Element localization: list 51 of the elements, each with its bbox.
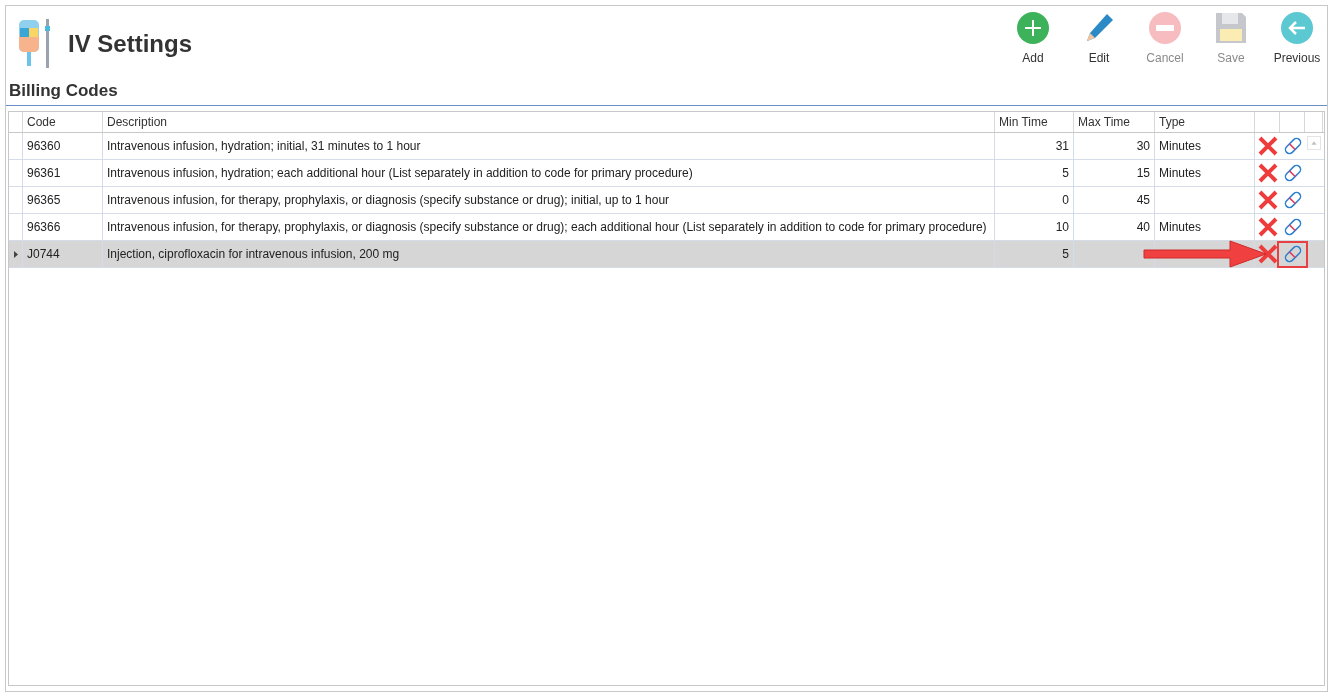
- page-title: IV Settings: [68, 29, 193, 59]
- delete-icon[interactable]: [1257, 136, 1278, 156]
- table-cell: Minutes: [1159, 139, 1202, 153]
- table-cell: Intravenous infusion, for therapy, prophylaxis, or diagnosis (specify substance or drug); each additional hour (List separately in addition to code for primary procedure): [107, 220, 987, 234]
- column-header: Code: [23, 112, 103, 132]
- table-row[interactable]: J0744 Injection, ciprofloxacin for intravenous infusion, 200 mg 5: [9, 241, 1324, 268]
- previous-button[interactable]: Previous: [1269, 12, 1325, 67]
- eraser-icon[interactable]: [1282, 190, 1303, 210]
- delete-icon[interactable]: [1257, 190, 1278, 210]
- eraser-icon[interactable]: [1282, 163, 1303, 183]
- column-header: Type: [1155, 112, 1255, 132]
- edit-button[interactable]: Edit: [1071, 12, 1127, 67]
- table-cell: 5: [1062, 247, 1069, 261]
- table-cell: 45: [1136, 193, 1150, 207]
- table-row[interactable]: 96361 Intravenous infusion, hydration; each additional hour (List separately in addition to code for primary procedure) 5 15 Minutes: [9, 160, 1324, 187]
- table-cell: J0744: [27, 247, 60, 261]
- column-header: Min Time: [995, 112, 1074, 132]
- table-cell: 31: [1055, 139, 1069, 153]
- table-row[interactable]: 96366 Intravenous infusion, for therapy, prophylaxis, or diagnosis (specify substance or drug); each additional hour (List separately in addition to code for primary procedure) 10 40 Minutes: [9, 214, 1324, 241]
- table-cell: 40: [1136, 220, 1150, 234]
- table-cell: Intravenous infusion, hydration; initial, 31 minutes to 1 hour: [107, 139, 421, 153]
- table-cell: 96366: [27, 220, 61, 234]
- table-cell: 96361: [27, 166, 61, 180]
- column-header: Description: [103, 112, 995, 132]
- table-cell: Minutes: [1159, 166, 1202, 180]
- delete-icon[interactable]: [1257, 217, 1278, 237]
- table-cell: 30: [1136, 139, 1150, 153]
- table-cell: Intravenous infusion, for therapy, prophylaxis, or diagnosis (specify substance or drug); initial, up to 1 hour: [107, 193, 670, 207]
- table-row[interactable]: 96365 Intravenous infusion, for therapy, prophylaxis, or diagnosis (specify substance or drug); initial, up to 1 hour 0 45: [9, 187, 1324, 214]
- table-cell: Minutes: [1159, 220, 1202, 234]
- table-cell: 5: [1062, 166, 1069, 180]
- table-cell: 10: [1055, 220, 1069, 234]
- table-row[interactable]: 96360 Intravenous infusion, hydration; initial, 31 minutes to 1 hour 31 30 Minutes: [9, 133, 1324, 160]
- section-title: Billing Codes: [6, 76, 1327, 106]
- column-header: Max Time: [1074, 112, 1155, 132]
- eraser-icon[interactable]: [1282, 244, 1303, 264]
- table-cell: 96360: [27, 139, 61, 153]
- add-button[interactable]: Add: [1005, 12, 1061, 67]
- table-cell: Injection, ciprofloxacin for intravenous infusion, 200 mg: [107, 247, 400, 261]
- eraser-icon[interactable]: [1282, 217, 1303, 237]
- table-cell: Intravenous infusion, hydration; each additional hour (List separately in addition to code for primary procedure): [107, 166, 693, 180]
- row-pointer-icon: [13, 250, 18, 258]
- minus-icon: [1149, 12, 1181, 44]
- table-cell: 15: [1136, 166, 1150, 180]
- highlight-box: [1277, 241, 1308, 268]
- delete-icon[interactable]: [1257, 163, 1278, 183]
- plus-icon: [1017, 12, 1049, 44]
- table-cell: 96365: [27, 193, 61, 207]
- table-cell: 0: [1062, 193, 1069, 207]
- delete-icon[interactable]: [1257, 244, 1278, 264]
- eraser-icon[interactable]: [1282, 136, 1303, 156]
